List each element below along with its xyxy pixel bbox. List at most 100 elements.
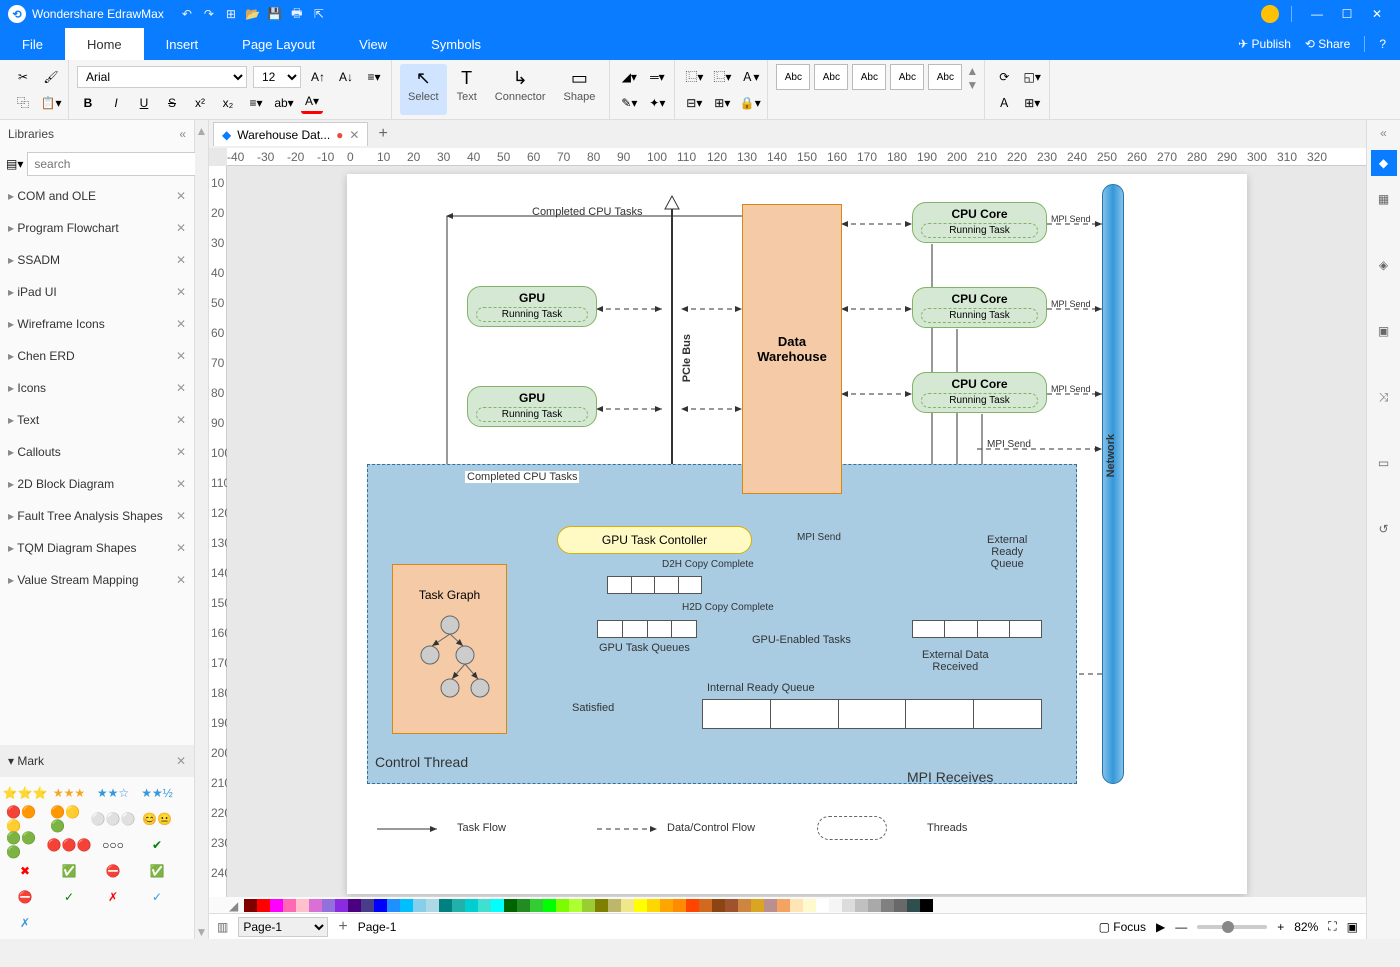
bullets-icon[interactable]: ≡▾	[245, 92, 267, 114]
shape-check[interactable]: ✔	[138, 835, 176, 855]
chevron-up-icon[interactable]: ▲	[966, 64, 978, 78]
color-swatch[interactable]	[309, 899, 322, 912]
page-select[interactable]: Page-1	[238, 917, 328, 937]
expand-icon[interactable]: «	[1380, 126, 1387, 140]
chevron-down-icon[interactable]: ▼	[966, 78, 978, 92]
color-swatch[interactable]	[673, 899, 686, 912]
new-tab-icon[interactable]: +	[372, 125, 393, 143]
distribute-icon[interactable]: ⊞▾	[711, 92, 733, 114]
close-icon[interactable]: ✕	[1362, 7, 1392, 21]
play-icon[interactable]: ▶	[1156, 920, 1165, 934]
shape-cross-circle[interactable]: ⛔	[94, 861, 132, 881]
color-swatch[interactable]	[660, 899, 673, 912]
lib-item[interactable]: ▸ Icons✕	[0, 372, 194, 404]
data-warehouse-node[interactable]: Data Warehouse	[742, 204, 842, 494]
superscript-icon[interactable]: x²	[189, 92, 211, 114]
more-icon[interactable]: ⊞▾	[1021, 92, 1043, 114]
group-icon[interactable]: ⿺▾	[683, 66, 705, 88]
shape-stars[interactable]: ★★★	[50, 783, 88, 803]
tab-home[interactable]: Home	[65, 28, 144, 60]
shape-cross-circle[interactable]: ✗	[94, 887, 132, 907]
shape-tool[interactable]: ▭Shape	[556, 64, 604, 115]
close-tab-icon[interactable]: ✕	[349, 128, 359, 142]
bold-icon[interactable]: B	[77, 92, 99, 114]
subscript-icon[interactable]: x₂	[217, 92, 239, 114]
align-objects-icon[interactable]: ⊟▾	[683, 92, 705, 114]
save-icon[interactable]: 💾	[264, 3, 286, 25]
lib-item[interactable]: ▸ Value Stream Mapping✕	[0, 564, 194, 596]
search-input[interactable]	[27, 152, 196, 176]
shape-faces[interactable]: 😊😐	[138, 809, 176, 829]
color-swatch[interactable]	[634, 899, 647, 912]
color-swatch[interactable]	[296, 899, 309, 912]
crop-icon[interactable]: ◱▾	[1021, 66, 1043, 88]
shape-check-circle[interactable]: ✅	[50, 861, 88, 881]
color-swatch[interactable]	[530, 899, 543, 912]
collapse-icon[interactable]: «	[179, 127, 186, 141]
shape-stars[interactable]: ★★½	[138, 783, 176, 803]
tab-file[interactable]: File	[0, 28, 65, 60]
style-preset[interactable]: Abc	[814, 64, 848, 90]
color-swatch[interactable]	[647, 899, 660, 912]
library-menu-icon[interactable]: ▤▾	[6, 157, 23, 171]
connector-tool[interactable]: ↳Connector	[487, 64, 554, 115]
color-swatch[interactable]	[855, 899, 868, 912]
open-icon[interactable]: 📂	[242, 3, 264, 25]
format-painter-icon[interactable]: 🖌	[40, 66, 62, 88]
color-swatch[interactable]	[244, 899, 257, 912]
publish-button[interactable]: ✈ Publish	[1238, 37, 1291, 51]
diagram-page[interactable]: Data Warehouse GPURunning Task GPURunnin…	[347, 174, 1247, 894]
text-direction-icon[interactable]: Ａ	[993, 92, 1015, 114]
shape-cross[interactable]: ✖	[6, 861, 44, 881]
font-color-icon[interactable]: A▾	[301, 92, 323, 114]
gpu-node[interactable]: GPURunning Task	[467, 286, 597, 327]
lib-item[interactable]: ▸ SSADM✕	[0, 244, 194, 276]
new-icon[interactable]: ⊞	[220, 3, 242, 25]
minimize-icon[interactable]: —	[1302, 7, 1332, 21]
lib-item[interactable]: ▸ TQM Diagram Shapes✕	[0, 532, 194, 564]
canvas[interactable]: Data Warehouse GPURunning Task GPURunnin…	[227, 166, 1366, 897]
lib-item[interactable]: ▸ Fault Tree Analysis Shapes✕	[0, 500, 194, 532]
color-swatch[interactable]	[491, 899, 504, 912]
align-icon[interactable]: ≡▾	[363, 66, 385, 88]
shape-check-circle[interactable]: ✓	[50, 887, 88, 907]
line-style-icon[interactable]: ═▾	[646, 66, 668, 88]
shape-dots[interactable]: ⚪⚪⚪	[94, 809, 132, 829]
color-swatch[interactable]	[452, 899, 465, 912]
color-swatch[interactable]	[543, 899, 556, 912]
strike-icon[interactable]: S	[161, 92, 183, 114]
color-swatch[interactable]	[478, 899, 491, 912]
color-swatch[interactable]	[426, 899, 439, 912]
shape-dots[interactable]: 🔴🟠🟡	[6, 809, 44, 829]
color-swatch[interactable]	[712, 899, 725, 912]
lib-item[interactable]: ▸ Program Flowchart✕	[0, 212, 194, 244]
style-preset[interactable]: Abc	[852, 64, 886, 90]
document-tab[interactable]: ◆ Warehouse Dat... ● ✕	[213, 122, 368, 146]
gpu-controller-node[interactable]: GPU Task Contoller	[557, 526, 752, 554]
color-swatch[interactable]	[283, 899, 296, 912]
italic-icon[interactable]: I	[105, 92, 127, 114]
increase-font-icon[interactable]: A↑	[307, 66, 329, 88]
line-color-icon[interactable]: ✎▾	[618, 92, 640, 114]
internal-ready-queue[interactable]	[702, 699, 1042, 729]
color-swatch[interactable]	[803, 899, 816, 912]
lib-section-mark[interactable]: ▾ Mark✕	[0, 745, 194, 777]
color-swatch[interactable]	[322, 899, 335, 912]
data-panel-icon[interactable]: ▣	[1371, 318, 1397, 344]
chevron-up-icon[interactable]: ▲	[196, 124, 208, 138]
tab-page-layout[interactable]: Page Layout	[220, 28, 337, 60]
queue-small[interactable]	[607, 576, 702, 594]
color-swatch[interactable]	[816, 899, 829, 912]
color-swatch[interactable]	[920, 899, 933, 912]
shape-cross-circle[interactable]: ✗	[6, 913, 44, 933]
color-swatch[interactable]	[556, 899, 569, 912]
zoom-in-icon[interactable]: +	[1277, 920, 1284, 934]
shape-cross-circle[interactable]: ⛔	[6, 887, 44, 907]
color-swatch[interactable]	[699, 899, 712, 912]
style-preset[interactable]: Abc	[890, 64, 924, 90]
color-swatch[interactable]	[335, 899, 348, 912]
tab-symbols[interactable]: Symbols	[409, 28, 503, 60]
font-effects-icon[interactable]: Ａ▾	[739, 66, 761, 88]
color-swatch[interactable]	[751, 899, 764, 912]
focus-icon[interactable]: ▢ Focus	[1099, 920, 1146, 934]
